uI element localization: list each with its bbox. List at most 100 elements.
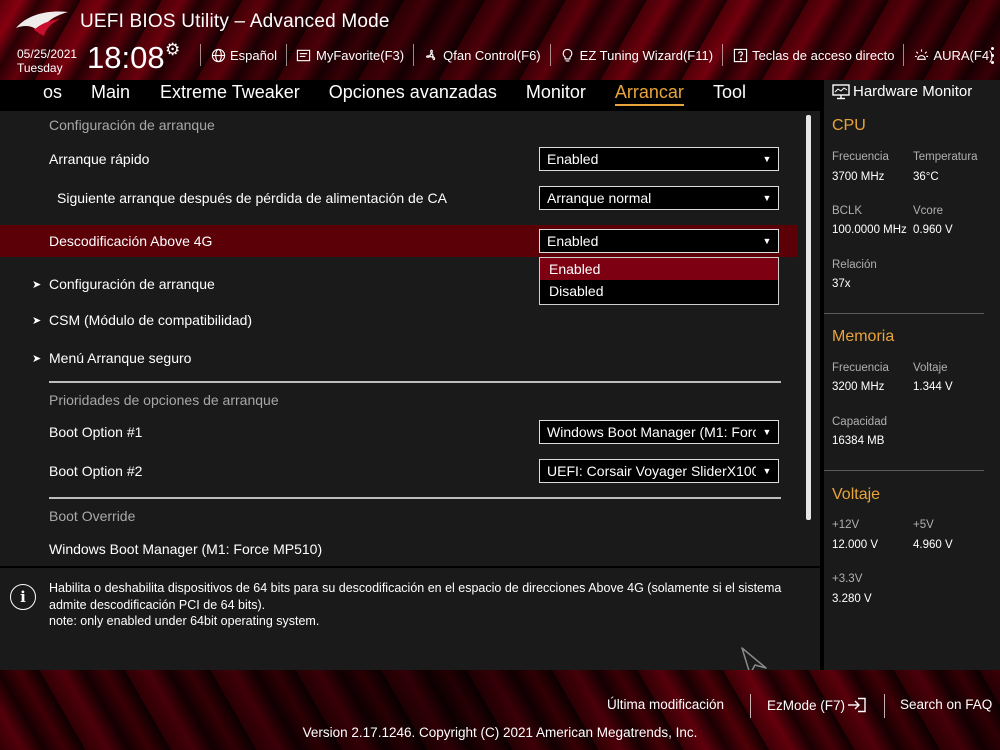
cpu-temp-value: 36°C	[913, 171, 939, 183]
voltage-3v3-value: 3.280 V	[832, 593, 872, 605]
bulb-icon	[560, 47, 576, 63]
cpu-section-title: CPU	[832, 117, 866, 134]
tab-monitor[interactable]: Monitor	[526, 82, 586, 110]
memory-section-title: Memoria	[832, 328, 895, 345]
clock-display: 18:08	[87, 40, 165, 75]
tab-os[interactable]: os	[43, 82, 62, 110]
hotkeys-label: Teclas de acceso directo	[752, 47, 895, 63]
expand-arrow-icon: ➤	[32, 352, 42, 365]
qfan-control-button[interactable]: Qfan Control(F6)	[413, 44, 550, 66]
section-header: Configuración de arranque	[49, 117, 215, 133]
boot-override-item[interactable]: Windows Boot Manager (M1: Force MP510)	[0, 533, 798, 565]
fast-boot-select[interactable]: Enabled ▼	[539, 147, 779, 171]
aura-icon	[913, 47, 929, 63]
footer-bar: Última modificación EzMode (F7) Search o…	[0, 670, 1000, 750]
memory-freq-label: Frecuencia	[832, 362, 889, 374]
cpu-freq-label: Frecuencia	[832, 151, 889, 163]
fast-boot-row[interactable]: Arranque rápido Enabled ▼	[0, 143, 798, 175]
hardware-monitor-panel: Hardware Monitor CPU Frecuencia Temperat…	[824, 80, 1000, 670]
boot-option-2-select[interactable]: UEFI: Corsair Voyager SliderX100 ▼	[539, 459, 779, 483]
globe-icon	[210, 47, 226, 63]
weekday-text: Tuesday	[17, 61, 63, 75]
divider	[49, 381, 781, 383]
scrollbar[interactable]	[806, 115, 811, 520]
rog-logo-icon	[16, 11, 68, 36]
voltage-12v-value: 12.000 V	[832, 539, 879, 551]
cpu-ratio-label: Relación	[832, 259, 877, 271]
exit-icon	[848, 697, 866, 713]
chevron-down-icon: ▼	[762, 236, 772, 246]
next-boot-after-ac-loss-row[interactable]: Siguiente arranque después de pérdida de…	[0, 182, 798, 214]
divider	[824, 470, 984, 471]
ez-tuning-wizard-button[interactable]: EZ Tuning Wizard(F11)	[549, 44, 722, 66]
date-text: 05/25/2021	[17, 47, 78, 61]
memory-volt-value: 1.344 V	[913, 381, 953, 393]
header-bar: UEFI BIOS Utility – Advanced Mode 05/25/…	[0, 0, 1000, 80]
qfan-control-label: Qfan Control(F6)	[443, 47, 541, 63]
divider	[824, 313, 984, 314]
divider	[750, 694, 751, 718]
above-4g-decoding-row[interactable]: Descodificación Above 4G Enabled ▼	[0, 225, 798, 257]
more-menu-icon[interactable]	[984, 40, 1000, 70]
cpu-vcore-label: Vcore	[913, 205, 944, 217]
submenu-csm[interactable]: ➤ CSM (Módulo de compatibilidad)	[0, 304, 798, 336]
expand-arrow-icon: ➤	[32, 314, 42, 327]
tab-tool[interactable]: Tool	[713, 82, 746, 110]
cpu-vcore-value: 0.960 V	[913, 224, 953, 236]
divider	[884, 694, 885, 718]
voltage-3v3-label: +3.3V	[832, 573, 863, 585]
app-title: UEFI BIOS Utility – Advanced Mode	[80, 11, 390, 32]
cpu-bclk-label: BCLK	[832, 205, 863, 217]
submenu-secure-boot[interactable]: ➤ Menú Arranque seguro	[0, 342, 798, 374]
ez-tuning-wizard-label: EZ Tuning Wizard(F11)	[579, 47, 714, 63]
tab-extreme-tweaker[interactable]: Extreme Tweaker	[160, 82, 300, 110]
tab-boot[interactable]: Arrancar	[614, 82, 684, 110]
help-icon	[732, 47, 748, 63]
chevron-down-icon: ▼	[762, 154, 772, 164]
submenu-boot-config[interactable]: ➤ Configuración de arranque	[0, 268, 798, 300]
search-faq-button[interactable]: Search on FAQ	[900, 697, 992, 712]
hardware-monitor-title: Hardware Monitor	[832, 83, 972, 100]
cpu-temp-label: Temperatura	[913, 151, 978, 163]
voltage-5v-label: +5V	[913, 519, 934, 531]
tab-advanced[interactable]: Opciones avanzadas	[329, 82, 497, 110]
hotkeys-button[interactable]: Teclas de acceso directo	[722, 44, 903, 66]
header-toolbar: Español MyFavorite(F3) Qfan Control(F6) …	[200, 44, 1000, 66]
myfavorite-button[interactable]: MyFavorite(F3)	[285, 44, 413, 66]
memory-volt-label: Voltaje	[913, 362, 948, 374]
tab-main[interactable]: Main	[91, 82, 130, 110]
language-button[interactable]: Español	[200, 44, 286, 66]
expand-arrow-icon: ➤	[32, 278, 42, 291]
last-modified-button[interactable]: Última modificación	[607, 697, 724, 712]
main-tab-bar: os Main Extreme Tweaker Opciones avanzad…	[0, 80, 820, 110]
memory-freq-value: 3200 MHz	[832, 381, 885, 393]
favorite-icon	[296, 47, 312, 63]
chevron-down-icon: ▼	[762, 427, 772, 437]
settings-panel: Configuración de arranque Arranque rápid…	[0, 111, 820, 566]
boot-option-1-label: Boot Option #1	[49, 424, 143, 440]
divider	[49, 497, 781, 499]
ezmode-button[interactable]: EzMode (F7)	[767, 697, 867, 713]
memory-capacity-label: Capacidad	[832, 416, 887, 428]
monitor-icon	[832, 83, 850, 99]
boot-option-1-select[interactable]: Windows Boot Manager (M1: Force MP510) ▼	[539, 420, 779, 444]
above-4g-decoding-select[interactable]: Enabled ▼	[539, 229, 779, 253]
cpu-ratio-value: 37x	[832, 278, 851, 290]
section-header: Boot Override	[49, 508, 136, 524]
next-boot-after-ac-loss-select[interactable]: Arranque normal ▼	[539, 186, 779, 210]
boot-option-2-label: Boot Option #2	[49, 463, 143, 479]
cpu-freq-value: 3700 MHz	[832, 171, 885, 183]
fast-boot-label: Arranque rápido	[49, 151, 150, 167]
boot-option-2-row[interactable]: Boot Option #2 UEFI: Corsair Voyager Sli…	[0, 455, 798, 487]
voltage-5v-value: 4.960 V	[913, 539, 953, 551]
section-header: Prioridades de opciones de arranque	[49, 392, 279, 408]
memory-capacity-value: 16384 MB	[832, 435, 885, 447]
date-display: 05/25/2021 Tuesday	[17, 47, 77, 75]
language-label: Español	[230, 47, 277, 63]
info-icon: i	[10, 584, 36, 610]
voltage-section-title: Voltaje	[832, 486, 881, 503]
help-text: Habilita o deshabilita dispositivos de 6…	[49, 581, 782, 628]
boot-option-1-row[interactable]: Boot Option #1 Windows Boot Manager (M1:…	[0, 416, 798, 448]
clock-settings-icon[interactable]: ⚙	[165, 40, 180, 60]
next-boot-after-ac-loss-label: Siguiente arranque después de pérdida de…	[57, 190, 447, 206]
